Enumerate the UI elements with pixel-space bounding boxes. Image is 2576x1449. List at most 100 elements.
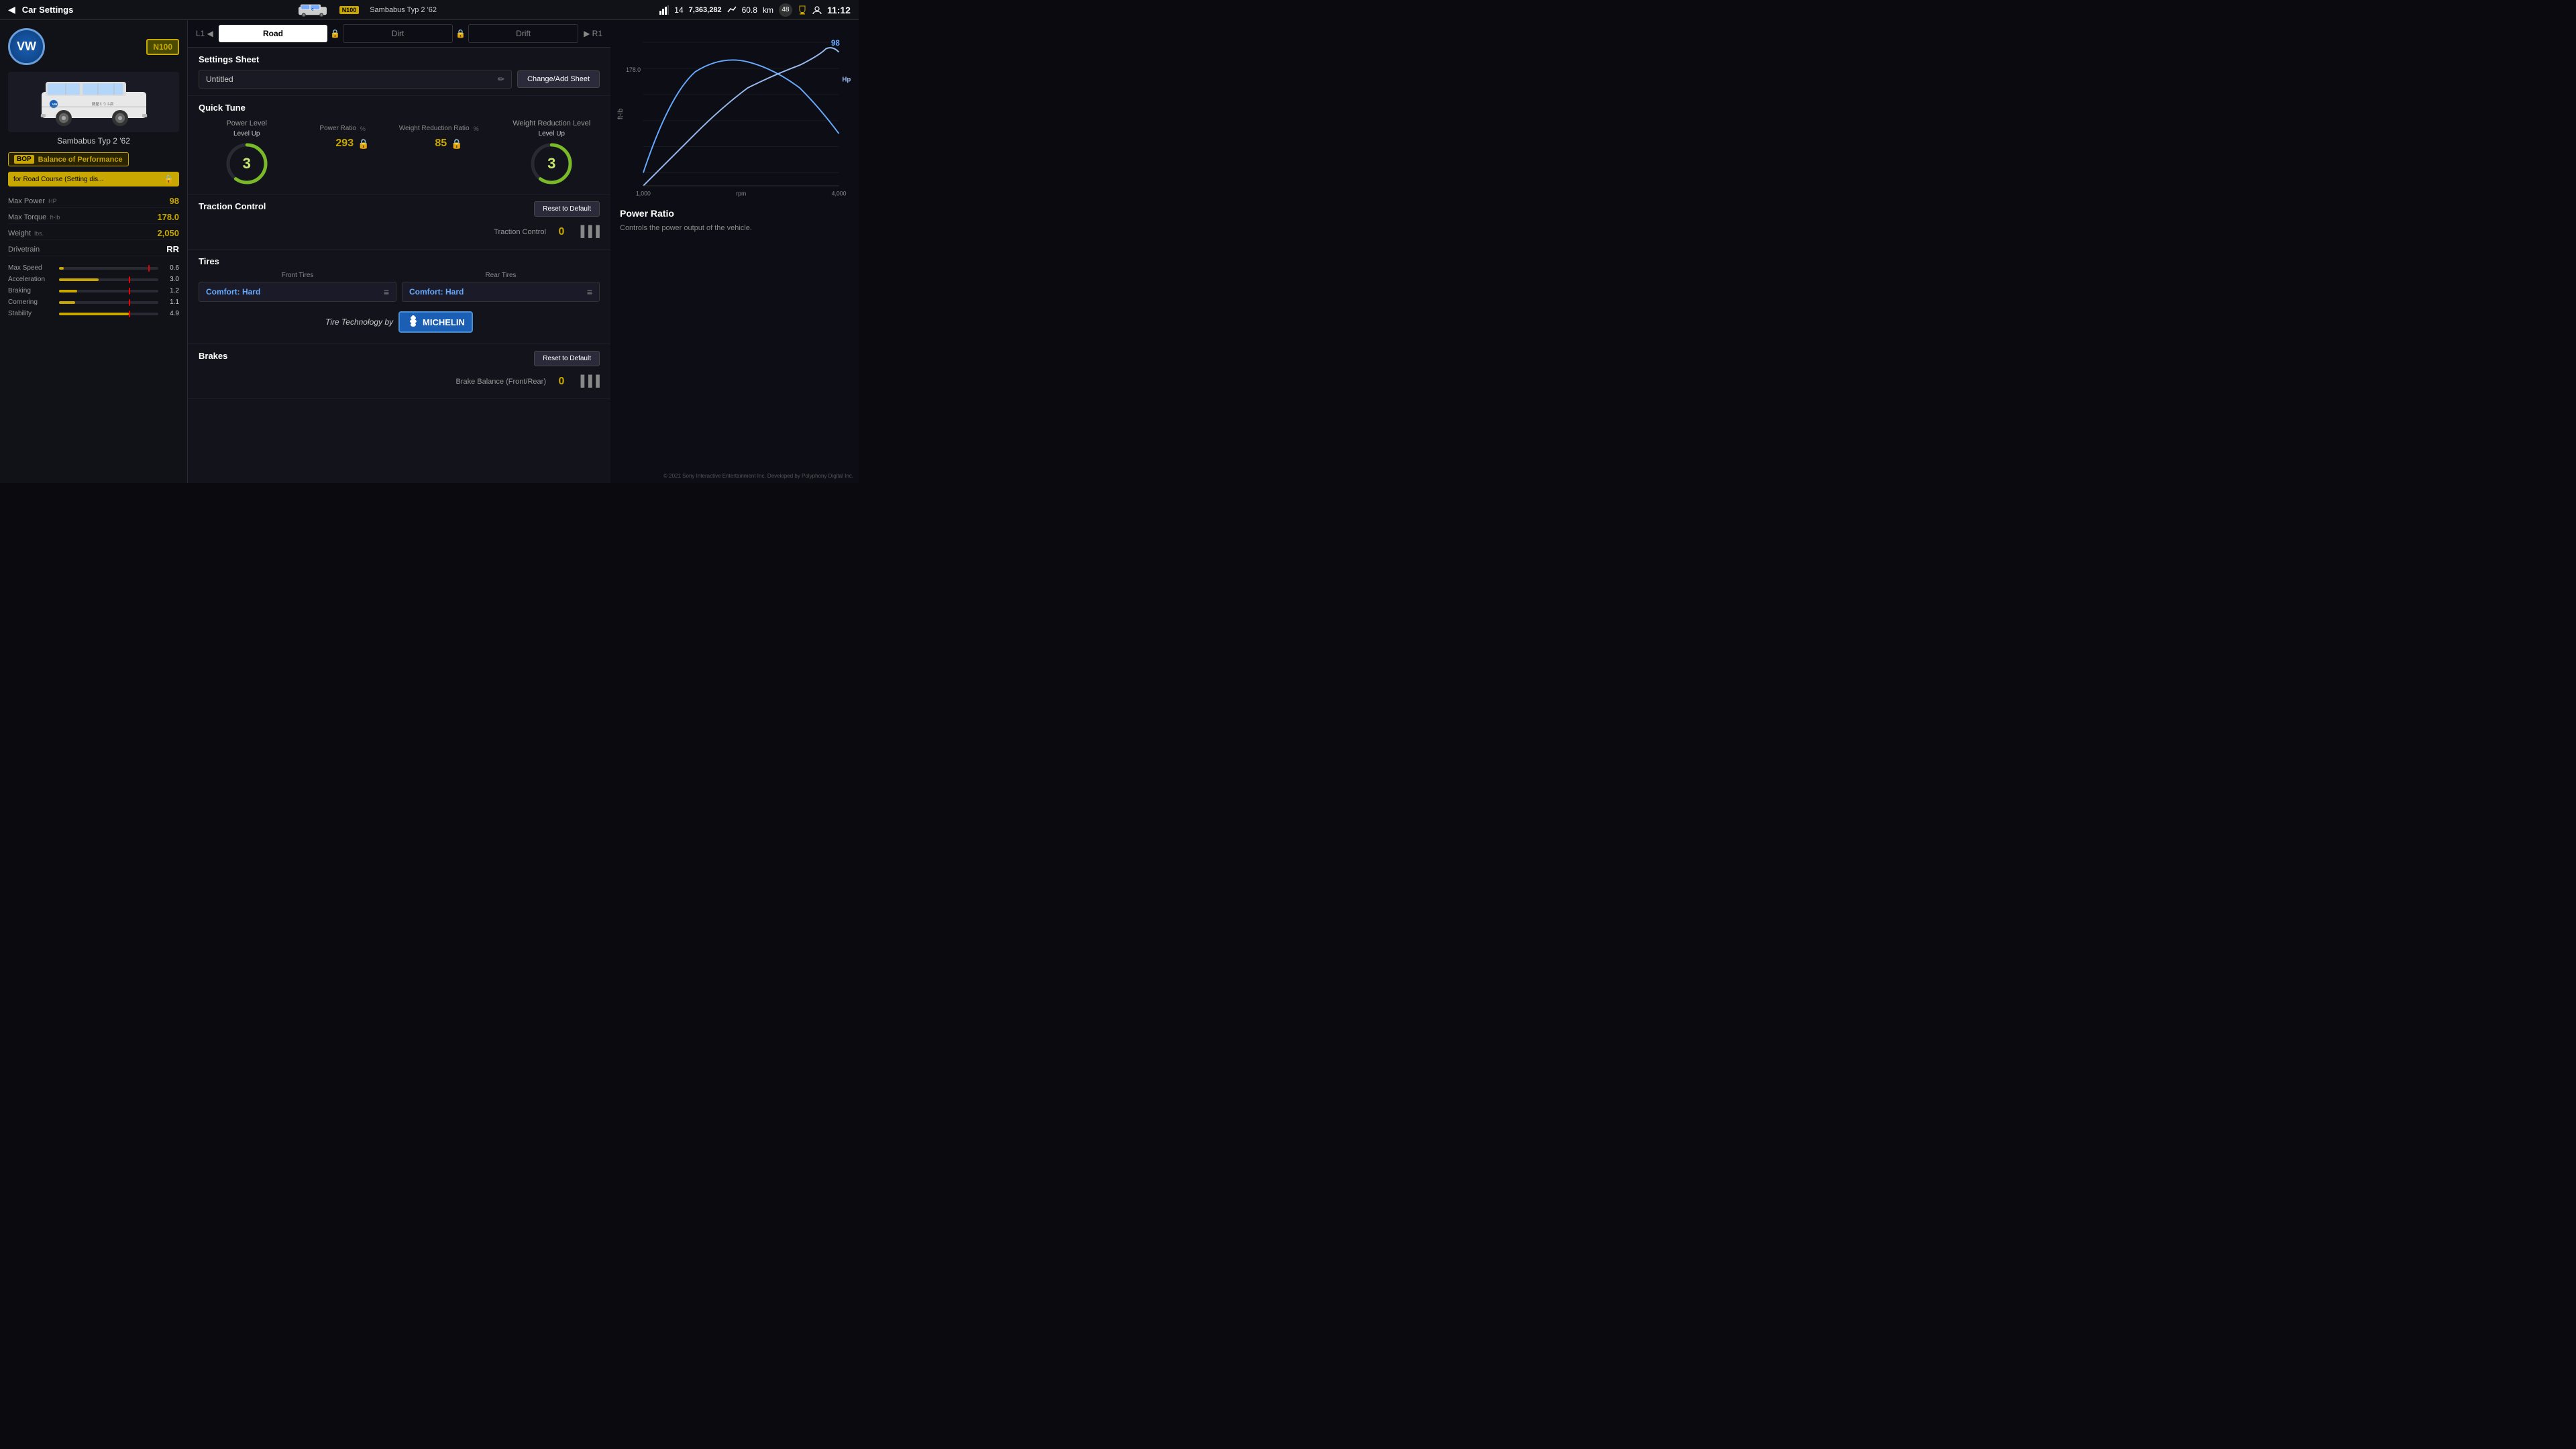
- traction-control-row: Traction Control 0 ▐▐▐: [199, 222, 600, 242]
- ratio-values-row: 293 🔒 85 🔒: [303, 138, 496, 150]
- signal-icon: [659, 5, 669, 15]
- power-lock-button[interactable]: 🔒: [358, 138, 369, 150]
- car-image: VW 藤屋とうふ店: [8, 72, 179, 132]
- michelin-man-icon: [407, 315, 420, 329]
- tires-title: Tires: [199, 256, 600, 266]
- traction-bar-icon[interactable]: ▐▐▐: [577, 226, 600, 238]
- tab-road[interactable]: Road: [219, 25, 327, 42]
- manufacturer-logo: VW: [8, 28, 45, 65]
- brake-balance-row: Brake Balance (Front/Rear) 0 ▐▐▐: [199, 372, 600, 392]
- settings-sheet-title: Settings Sheet: [199, 54, 600, 64]
- power-level-label: Power Level: [226, 119, 267, 127]
- car-icon-top: VW: [297, 3, 329, 17]
- michelin-text: Tire Technology by: [325, 317, 393, 327]
- page-title: Car Settings: [22, 5, 74, 15]
- top-bar-center: VW N100 Sambabus Typ 2 '62: [297, 3, 437, 17]
- power-level-value: 3: [243, 155, 251, 172]
- weight-ratio-display: 85 🔒: [435, 138, 462, 150]
- weight-ratio-value: 85: [435, 138, 447, 150]
- tires-section: Tires Front Tires Comfort: Hard ≡ Rear T…: [188, 250, 610, 344]
- power-torque-chart: ft-lb 178.0 98 Hp 1,000 4,000 rpm: [617, 27, 852, 201]
- traction-title: Traction Control: [199, 201, 266, 211]
- traction-control-value: 0: [551, 226, 572, 238]
- brake-bar-icon[interactable]: ▐▐▐: [577, 376, 600, 388]
- car-class-badge: N100: [146, 39, 179, 55]
- weight-value: 2,050: [157, 228, 179, 238]
- km-display: 60.8: [742, 5, 757, 15]
- weight-ratio-unit: %: [474, 125, 479, 132]
- brake-balance-label: Brake Balance (Front/Rear): [455, 378, 546, 386]
- sheet-name-text: Untitled: [206, 74, 233, 84]
- michelin-logo: MICHELIN: [398, 311, 473, 333]
- power-level-item: Power Level Level Up 3: [199, 119, 295, 187]
- power-level-up-label: Level Up: [233, 130, 260, 138]
- sheet-name-input[interactable]: Untitled ✏: [199, 70, 512, 89]
- stat-drivetrain: Drivetrain RR: [8, 243, 179, 256]
- traction-reset-button[interactable]: Reset to Default: [534, 201, 600, 217]
- bop-course-bar: for Road Course (Setting dis... 🔒: [8, 172, 179, 186]
- rear-tires-col: Rear Tires Comfort: Hard ≡: [402, 272, 600, 302]
- tab-prev-button[interactable]: L1 ◀: [193, 28, 216, 40]
- power-chart: ft-lb 178.0 98 Hp 1,000 4,000 rpm: [617, 27, 852, 201]
- change-add-sheet-button[interactable]: Change/Add Sheet: [517, 70, 600, 88]
- performance-bars: Max Speed 0.6 Acceleration 3.0 Braking 1…: [8, 264, 179, 317]
- max-torque-value: 178.0: [157, 212, 179, 222]
- svg-text:rpm: rpm: [736, 191, 746, 197]
- front-tire-menu-icon: ≡: [384, 286, 389, 297]
- right-panel: ft-lb 178.0 98 Hp 1,000 4,000 rpm Power …: [610, 20, 859, 483]
- back-button[interactable]: ◀: [8, 4, 15, 15]
- rear-tire-name: Comfort: Hard: [409, 287, 464, 297]
- power-ratio-description: Controls the power output of the vehicle…: [620, 223, 849, 234]
- power-ratio-title: Power Ratio: [620, 208, 849, 219]
- brakes-title: Brakes: [199, 351, 227, 361]
- svg-text:VW: VW: [52, 103, 57, 107]
- level-indicator: 14: [674, 5, 683, 15]
- car-rating-badge: N100: [339, 6, 360, 14]
- svg-text:4,000: 4,000: [832, 191, 847, 197]
- tab-dirt[interactable]: Dirt: [343, 24, 453, 43]
- brakes-section: Brakes Reset to Default Brake Balance (F…: [188, 344, 610, 399]
- traction-control-label: Traction Control: [494, 228, 546, 236]
- svg-text:1,000: 1,000: [636, 191, 651, 197]
- brakes-reset-button[interactable]: Reset to Default: [534, 351, 600, 366]
- svg-text:178.0: 178.0: [626, 66, 641, 73]
- bop-label: BOP: [14, 155, 34, 164]
- rear-tires-label: Rear Tires: [402, 272, 600, 279]
- km-unit: km: [763, 5, 773, 15]
- bop-badge: BOP Balance of Performance: [8, 152, 129, 166]
- front-tire-select[interactable]: Comfort: Hard ≡: [199, 282, 396, 302]
- power-ratio-display: 293 🔒: [335, 138, 369, 150]
- time-display: 11:12: [827, 5, 851, 15]
- car-name-label: Sambabus Typ 2 '62: [8, 136, 179, 146]
- bop-course-text: for Road Course (Setting dis...: [13, 176, 104, 183]
- ratios-row: Power Ratio % Weight Reduction Ratio %: [303, 125, 496, 132]
- svg-text:ft-lb: ft-lb: [617, 109, 625, 119]
- main-content: L1 ◀ Road 🔒 Dirt 🔒 Drift ▶ R1 Settings S…: [188, 20, 610, 483]
- ratio-display: Power Ratio % Weight Reduction Ratio % 2…: [303, 119, 496, 187]
- michelin-brand: MICHELIN: [423, 317, 465, 327]
- traction-control-section: Traction Control Reset to Default Tracti…: [188, 195, 610, 250]
- power-ratio-label: Power Ratio: [319, 125, 356, 132]
- brake-balance-value: 0: [551, 376, 572, 388]
- stat-max-power: Max Power HP 98: [8, 195, 179, 208]
- tab-next-button[interactable]: ▶ R1: [581, 28, 605, 40]
- level-badge: 48: [779, 3, 792, 17]
- tabs-row: L1 ◀ Road 🔒 Dirt 🔒 Drift ▶ R1: [188, 20, 610, 48]
- power-level-dial[interactable]: 3: [223, 140, 270, 187]
- rear-tire-select[interactable]: Comfort: Hard ≡: [402, 282, 600, 302]
- weight-ratio-label: Weight Reduction Ratio: [399, 125, 470, 132]
- weight-lock-button[interactable]: 🔒: [451, 138, 462, 150]
- tab-drift[interactable]: Drift: [468, 24, 578, 43]
- trophy-icon: [798, 5, 807, 15]
- traction-header: Traction Control Reset to Default: [199, 201, 600, 217]
- left-panel: VW N100 VW: [0, 20, 188, 483]
- car-stats: Max Power HP 98 Max Torque ft-lb 178.0 W…: [8, 195, 179, 256]
- trend-icon: [727, 5, 737, 15]
- lock-icon: 🔒: [164, 174, 174, 184]
- front-tire-name: Comfort: Hard: [206, 287, 260, 297]
- svg-text:98: 98: [831, 39, 840, 48]
- weight-level-dial[interactable]: 3: [528, 140, 575, 187]
- power-ratio-value: 293: [335, 138, 354, 150]
- car-illustration: VW 藤屋とうふ店: [34, 78, 154, 126]
- svg-text:Hp: Hp: [842, 76, 851, 83]
